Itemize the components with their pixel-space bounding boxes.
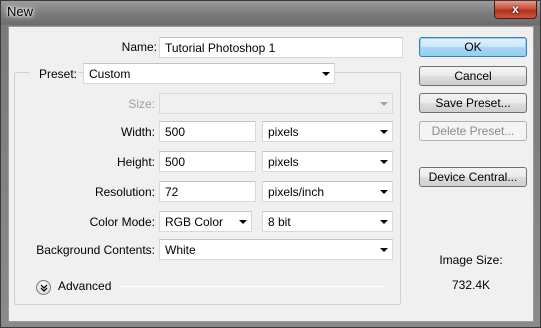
image-size-value: 732.4K — [451, 278, 491, 292]
resolution-input[interactable]: 72 — [159, 181, 256, 202]
chevron-down-icon — [380, 190, 388, 194]
resolution-unit-select[interactable]: pixels/inch — [262, 181, 393, 202]
background-contents-select[interactable]: White — [159, 239, 393, 260]
chevron-down-icon — [380, 160, 388, 164]
background-contents-label: Background Contents: — [36, 243, 155, 257]
name-input[interactable]: Tutorial Photoshop 1 — [159, 37, 403, 58]
width-unit-select[interactable]: pixels — [262, 121, 393, 142]
height-unit-select[interactable]: pixels — [262, 151, 393, 172]
resolution-label: Resolution: — [94, 185, 155, 199]
window-title: New — [7, 4, 34, 19]
dialog-client-area: Name: Tutorial Photoshop 1 Preset: Custo… — [8, 26, 534, 322]
color-mode-label: Color Mode: — [89, 215, 155, 229]
size-label: Size: — [128, 97, 155, 111]
background-contents-value: White — [165, 243, 196, 257]
delete-preset-button: Delete Preset... — [419, 121, 527, 141]
new-document-dialog: New x Name: Tutorial Photoshop 1 Preset:… — [0, 0, 541, 328]
size-select — [159, 93, 393, 114]
width-input[interactable]: 500 — [159, 121, 256, 142]
image-size-label: Image Size: — [439, 253, 503, 267]
width-unit-value: pixels — [268, 125, 299, 139]
chevron-down-double-icon — [40, 284, 48, 292]
cancel-button[interactable]: Cancel — [419, 66, 527, 86]
preset-select[interactable]: Custom — [83, 63, 335, 84]
chevron-down-icon — [380, 130, 388, 134]
height-unit-value: pixels — [268, 155, 299, 169]
chevron-down-icon — [322, 72, 330, 76]
advanced-toggle-button[interactable] — [36, 280, 51, 295]
save-preset-button[interactable]: Save Preset... — [419, 93, 527, 113]
color-mode-select[interactable]: RGB Color — [159, 211, 252, 232]
resolution-unit-value: pixels/inch — [268, 185, 325, 199]
chevron-down-icon — [380, 248, 388, 252]
preset-label: Preset: — [29, 67, 79, 81]
name-label: Name: — [121, 40, 157, 54]
height-input[interactable]: 500 — [159, 151, 256, 172]
color-mode-value: RGB Color — [165, 215, 224, 229]
advanced-separator — [119, 286, 385, 287]
device-central-button[interactable]: Device Central... — [419, 167, 527, 187]
title-bar[interactable]: New x — [1, 1, 540, 25]
bit-depth-select[interactable]: 8 bit — [262, 211, 393, 232]
preset-select-value: Custom — [89, 67, 131, 81]
chevron-down-icon — [380, 102, 388, 106]
chevron-down-icon — [380, 220, 388, 224]
advanced-label: Advanced — [58, 279, 112, 293]
close-button[interactable]: x — [494, 1, 537, 19]
chevron-down-icon — [239, 220, 247, 224]
height-label: Height: — [116, 155, 155, 169]
bit-depth-value: 8 bit — [268, 215, 291, 229]
ok-button[interactable]: OK — [419, 37, 527, 57]
width-label: Width: — [120, 125, 155, 139]
close-icon: x — [512, 2, 519, 16]
